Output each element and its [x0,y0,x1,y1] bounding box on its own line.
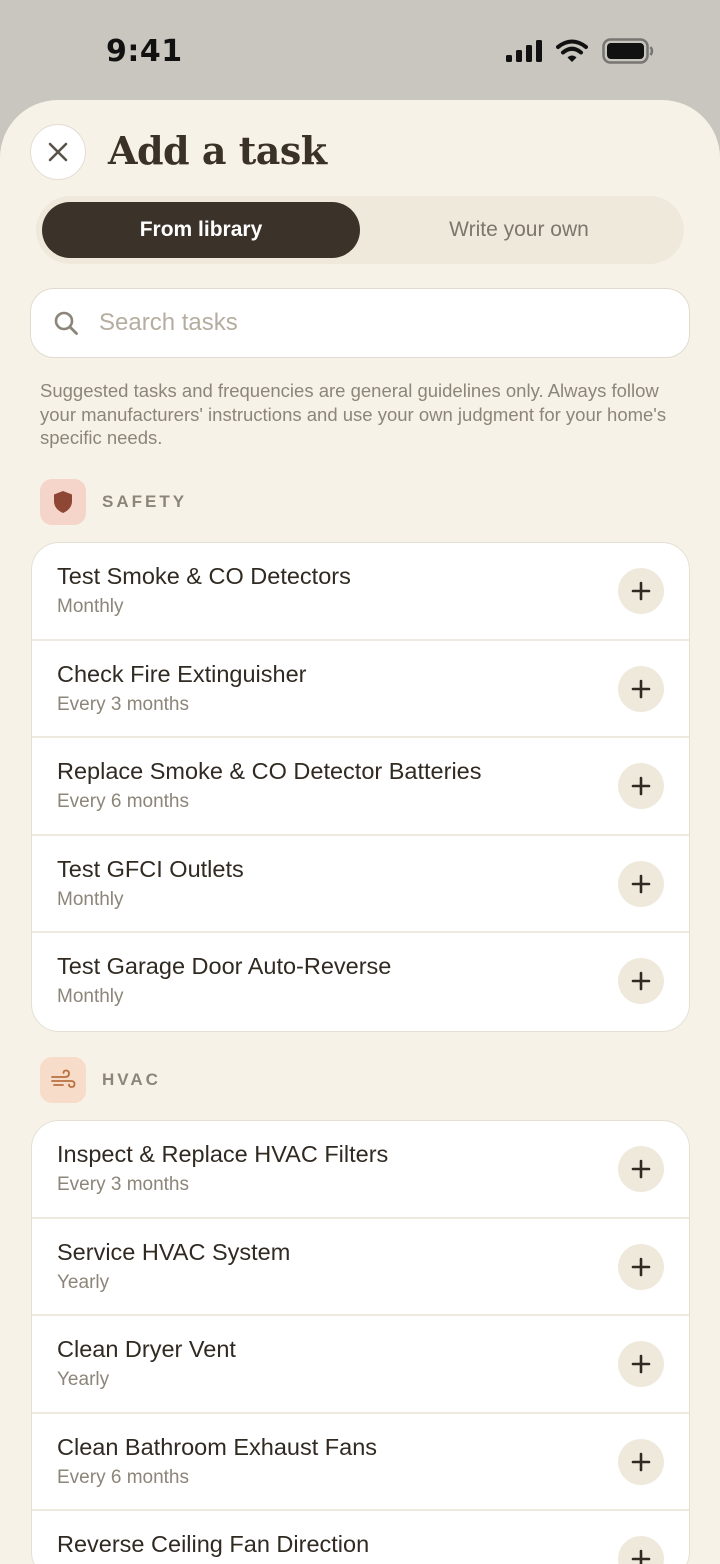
task-row[interactable]: Replace Smoke & CO Detector Batteries Ev… [32,738,689,836]
task-row[interactable]: Inspect & Replace HVAC Filters Every 3 m… [32,1121,689,1219]
task-name: Test Garage Door Auto-Reverse [57,953,392,980]
add-task-button[interactable] [618,1536,664,1564]
section-icon-badge [40,1057,86,1103]
task-frequency: Yearly [57,1369,110,1391]
plus-icon [631,972,651,991]
add-task-button[interactable] [618,763,664,810]
add-task-button[interactable] [618,1341,664,1388]
task-row[interactable]: Test Garage Door Auto-Reverse Monthly [32,933,689,1031]
task-frequency: Monthly [57,986,124,1008]
section-header-safety: SAFETY [40,479,187,525]
search-icon [54,311,78,335]
close-icon [48,142,68,162]
task-list-safety: Test Smoke & CO Detectors Monthly Check … [31,542,690,1032]
task-frequency: Every 3 months [57,1174,189,1195]
task-frequency: Every 6 months [57,1466,189,1488]
plus-icon [631,776,651,796]
section-header-hvac: HVAC [40,1057,161,1103]
wind-icon [51,1069,76,1088]
plus-icon [631,581,651,601]
task-row[interactable]: Clean Dryer Vent Yearly [32,1316,689,1414]
task-name: Test Smoke & CO Detectors [57,563,351,589]
task-row[interactable]: Service HVAC System Yearly [32,1219,689,1317]
disclaimer-text: Suggested tasks and frequencies are gene… [40,380,667,448]
close-button[interactable] [30,124,86,180]
search-box [30,288,690,358]
section-icon-badge [40,479,86,525]
plus-icon [631,1159,651,1179]
status-bar: 9:41 [0,0,720,100]
add-task-button[interactable] [618,958,664,1005]
add-task-button[interactable] [618,1146,664,1192]
task-name: Clean Bathroom Exhaust Fans [57,1433,378,1460]
task-frequency: Every 3 months [57,693,189,715]
task-row[interactable]: Clean Bathroom Exhaust Fans Every 6 mont… [32,1414,689,1512]
add-task-button[interactable] [618,1438,664,1485]
plus-icon [631,1452,651,1472]
plus-icon [631,1354,651,1374]
status-icons [506,38,654,64]
task-row[interactable]: Check Fire Extinguisher Every 3 months [32,641,689,739]
add-task-button[interactable] [618,568,664,614]
battery-icon [602,38,654,64]
task-frequency: Monthly [57,596,124,617]
tab-from-library[interactable]: From library [42,202,360,258]
tab-write-your-own[interactable]: Write your own [360,202,678,258]
plus-icon [631,1550,651,1564]
task-list-hvac: Inspect & Replace HVAC Filters Every 3 m… [31,1120,690,1564]
task-name: Test GFCI Outlets [57,855,244,882]
page-title: Add a task [108,128,327,173]
plus-icon [631,874,651,894]
plus-icon [631,1257,651,1276]
task-name: Service HVAC System [57,1238,291,1265]
wifi-icon [556,39,588,62]
task-frequency: Yearly [57,1271,110,1293]
add-task-button[interactable] [618,1243,664,1290]
task-frequency: Every 6 months [57,791,189,813]
task-name: Clean Dryer Vent [57,1336,236,1363]
task-row[interactable]: Test GFCI Outlets Monthly [32,836,689,934]
add-task-sheet: Add a task From library Write your own S… [0,100,720,1564]
shield-icon [54,491,72,513]
section-label: SAFETY [102,492,188,511]
plus-icon [631,679,651,698]
section-label: HVAC [102,1070,161,1089]
status-time: 9:41 [106,34,183,69]
task-row[interactable]: Test Smoke & CO Detectors Monthly [32,543,689,641]
task-name: Replace Smoke & CO Detector Batteries [57,758,482,785]
task-name: Check Fire Extinguisher [57,660,307,687]
task-row[interactable]: Reverse Ceiling Fan Direction [32,1511,689,1564]
task-name: Inspect & Replace HVAC Filters [57,1141,389,1167]
task-name: Reverse Ceiling Fan Direction [57,1531,370,1558]
task-frequency: Monthly [57,888,124,910]
search-input[interactable] [97,308,621,338]
add-task-button[interactable] [618,665,664,712]
source-segmented-control: From library Write your own [36,196,684,264]
cellular-signal-icon [506,40,542,62]
add-task-button[interactable] [618,860,664,907]
